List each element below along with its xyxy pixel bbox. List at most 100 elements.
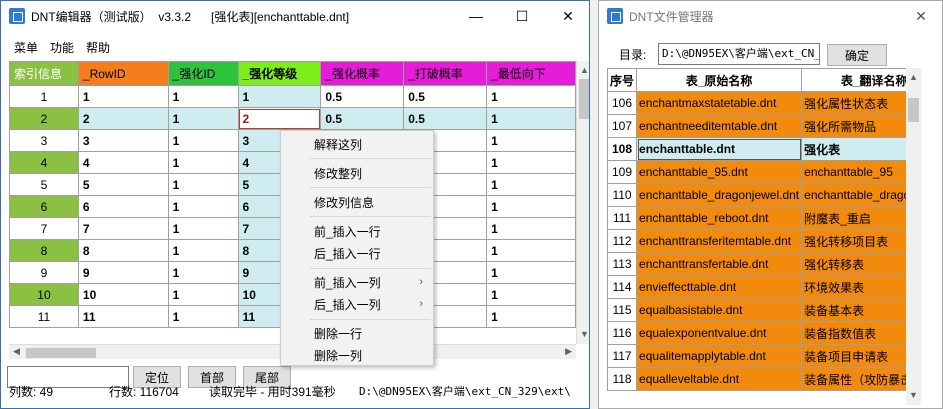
row-index-cell[interactable]: 7 bbox=[9, 217, 79, 240]
table-cell[interactable]: 1 bbox=[167, 107, 239, 130]
file-list-vertical-scrollbar[interactable]: ▲ ▼ bbox=[906, 68, 936, 405]
table-cell[interactable]: 1 bbox=[486, 195, 576, 218]
file-index-cell[interactable]: 117 bbox=[607, 344, 638, 368]
file-list-row[interactable]: 117 equalitemapplytable.dnt 装备项目申请表 bbox=[607, 344, 906, 368]
menu-insert-column-after[interactable]: 后_插入一列 › bbox=[281, 293, 433, 315]
directory-input[interactable]: D:\@DN95EX\客户端\ext_CN_3 bbox=[658, 43, 820, 65]
table-cell[interactable]: 0.5 bbox=[403, 107, 488, 130]
menu-item-help[interactable]: 帮助 bbox=[86, 39, 122, 56]
maximize-button[interactable]: ☐ bbox=[499, 1, 545, 31]
row-index-cell[interactable]: 11 bbox=[9, 305, 79, 328]
row-index-cell[interactable]: 1 bbox=[9, 85, 79, 108]
grid-vertical-scroll-thumb[interactable] bbox=[579, 79, 589, 119]
file-original-name-cell[interactable]: equalexponentvalue.dnt bbox=[636, 321, 803, 345]
file-translated-name-cell[interactable]: 强化转移项目表 bbox=[801, 229, 906, 253]
column-header-enchant-level[interactable]: _强化等级 bbox=[237, 61, 322, 86]
file-index-cell[interactable]: 110 bbox=[607, 183, 638, 207]
table-cell[interactable]: 4 bbox=[77, 151, 169, 174]
table-cell[interactable]: 1 bbox=[77, 85, 169, 108]
table-cell[interactable]: 1 bbox=[167, 283, 239, 306]
file-translated-name-cell[interactable]: 强化属性状态表 bbox=[801, 91, 906, 115]
scroll-up-arrow-icon[interactable]: ▲ bbox=[909, 72, 918, 82]
table-cell[interactable]: 1 bbox=[486, 129, 576, 152]
row-index-cell[interactable]: 10 bbox=[9, 283, 79, 306]
file-original-name-cell[interactable]: enchanttransferitemtable.dnt bbox=[636, 229, 803, 253]
minimize-button[interactable]: — bbox=[453, 1, 499, 31]
file-list-scroll-thumb[interactable] bbox=[908, 98, 919, 122]
column-header-min-down[interactable]: _最低向下 bbox=[486, 61, 576, 86]
table-row[interactable]: 2 2 1 2 0.5 0.5 1 bbox=[9, 107, 576, 130]
file-original-name-cell[interactable]: equalbasistable.dnt bbox=[636, 298, 803, 322]
file-list-row[interactable]: 106 enchantmaxstatetable.dnt 强化属性状态表 bbox=[607, 91, 906, 115]
file-original-name-cell[interactable]: enchanttable_dragonjewel.dnt bbox=[636, 183, 803, 207]
table-row[interactable]: 1 1 1 1 0.5 0.5 1 bbox=[9, 85, 576, 108]
menu-explain-column[interactable]: 解释这列 bbox=[281, 133, 433, 155]
table-cell[interactable]: 1 bbox=[486, 173, 576, 196]
table-cell[interactable]: 1 bbox=[486, 283, 576, 306]
column-header-original-name[interactable]: 表_原始名称 bbox=[636, 68, 803, 92]
file-index-cell[interactable]: 118 bbox=[607, 367, 638, 391]
row-index-cell[interactable]: 8 bbox=[9, 239, 79, 262]
table-cell[interactable]: 1 bbox=[486, 239, 576, 262]
file-list-row[interactable]: 109 enchanttable_95.dnt enchanttable_95 bbox=[607, 160, 906, 184]
file-original-name-cell[interactable]: equalleveltable.dnt bbox=[636, 367, 803, 391]
file-manager-titlebar[interactable]: DNT文件管理器 ✕ bbox=[599, 1, 942, 31]
row-index-cell[interactable]: 5 bbox=[9, 173, 79, 196]
file-list-row[interactable]: 114 envieffecttable.dnt 环境效果表 bbox=[607, 275, 906, 299]
file-original-name-cell[interactable]: enchanttable.dnt bbox=[636, 137, 803, 161]
file-translated-name-cell[interactable]: 强化表 bbox=[801, 137, 906, 161]
file-index-cell[interactable]: 107 bbox=[607, 114, 638, 138]
menu-modify-column-info[interactable]: 修改列信息 bbox=[281, 191, 433, 213]
menu-insert-row-before[interactable]: 前_插入一行 bbox=[281, 220, 433, 242]
table-cell[interactable]: 9 bbox=[77, 261, 169, 284]
file-list-row[interactable]: 110 enchanttable_dragonjewel.dnt enchantta… bbox=[607, 183, 906, 207]
table-cell[interactable]: 1 bbox=[167, 261, 239, 284]
file-index-cell[interactable]: 111 bbox=[607, 206, 638, 230]
grid-horizontal-scroll-thumb[interactable] bbox=[26, 348, 96, 358]
table-cell[interactable]: 1 bbox=[237, 85, 322, 108]
column-header-index[interactable]: 索引信息 bbox=[9, 61, 79, 86]
menu-item-function[interactable]: 功能 bbox=[50, 39, 86, 56]
table-cell[interactable]: 1 bbox=[167, 85, 239, 108]
file-list-grid[interactable]: 序号 表_原始名称 表_翻译名称 106 enchantmaxstatetable… bbox=[607, 68, 906, 405]
file-translated-name-cell[interactable]: 装备属性（攻防暴击等） bbox=[801, 367, 906, 391]
scroll-down-arrow-icon[interactable]: ▼ bbox=[580, 329, 589, 339]
table-cell[interactable]: 1 bbox=[486, 217, 576, 240]
table-cell[interactable]: 1 bbox=[486, 107, 576, 130]
file-translated-name-cell[interactable]: 附魔表_重启 bbox=[801, 206, 906, 230]
file-translated-name-cell[interactable]: 强化所需物品 bbox=[801, 114, 906, 138]
file-translated-name-cell[interactable]: 环境效果表 bbox=[801, 275, 906, 299]
table-cell[interactable]: 1 bbox=[167, 173, 239, 196]
file-translated-name-cell[interactable]: 强化转移表 bbox=[801, 252, 906, 276]
scroll-right-arrow-icon[interactable]: ▶ bbox=[565, 346, 572, 357]
table-cell[interactable]: 8 bbox=[77, 239, 169, 262]
file-index-cell[interactable]: 113 bbox=[607, 252, 638, 276]
file-list-row[interactable]: 111 enchanttable_reboot.dnt 附魔表_重启 bbox=[607, 206, 906, 230]
file-index-cell[interactable]: 116 bbox=[607, 321, 638, 345]
grid-vertical-scrollbar[interactable]: ▲ ▼ bbox=[576, 61, 589, 344]
file-translated-name-cell[interactable]: 装备项目申请表 bbox=[801, 344, 906, 368]
row-index-cell[interactable]: 4 bbox=[9, 151, 79, 174]
row-index-cell[interactable]: 2 bbox=[9, 107, 79, 130]
file-index-cell[interactable]: 108 bbox=[607, 137, 638, 161]
table-cell[interactable]: 6 bbox=[77, 195, 169, 218]
table-cell[interactable]: 0.5 bbox=[320, 85, 405, 108]
table-cell[interactable]: 1 bbox=[167, 217, 239, 240]
file-index-cell[interactable]: 114 bbox=[607, 275, 638, 299]
column-header-rowid[interactable]: _RowID bbox=[77, 61, 169, 86]
table-cell[interactable]: 1 bbox=[167, 305, 239, 328]
file-index-cell[interactable]: 115 bbox=[607, 298, 638, 322]
scroll-left-arrow-icon[interactable]: ◀ bbox=[13, 346, 20, 357]
file-list-row[interactable]: 107 enchantneeditemtable.dnt 强化所需物品 bbox=[607, 114, 906, 138]
table-cell[interactable]: 1 bbox=[486, 305, 576, 328]
menu-delete-column[interactable]: 删除一列 bbox=[281, 344, 433, 366]
menu-modify-column[interactable]: 修改整列 bbox=[281, 162, 433, 184]
table-cell[interactable]: 10 bbox=[77, 283, 169, 306]
file-original-name-cell[interactable]: enchantmaxstatetable.dnt bbox=[636, 91, 803, 115]
file-list-row[interactable]: 108 enchanttable.dnt 强化表 bbox=[607, 137, 906, 161]
file-list-row[interactable]: 112 enchanttransferitemtable.dnt 强化转移项目表 bbox=[607, 229, 906, 253]
file-translated-name-cell[interactable]: 装备基本表 bbox=[801, 298, 906, 322]
table-cell[interactable]: 2 bbox=[237, 107, 322, 130]
table-cell[interactable]: 2 bbox=[77, 107, 169, 130]
file-original-name-cell[interactable]: equalitemapplytable.dnt bbox=[636, 344, 803, 368]
